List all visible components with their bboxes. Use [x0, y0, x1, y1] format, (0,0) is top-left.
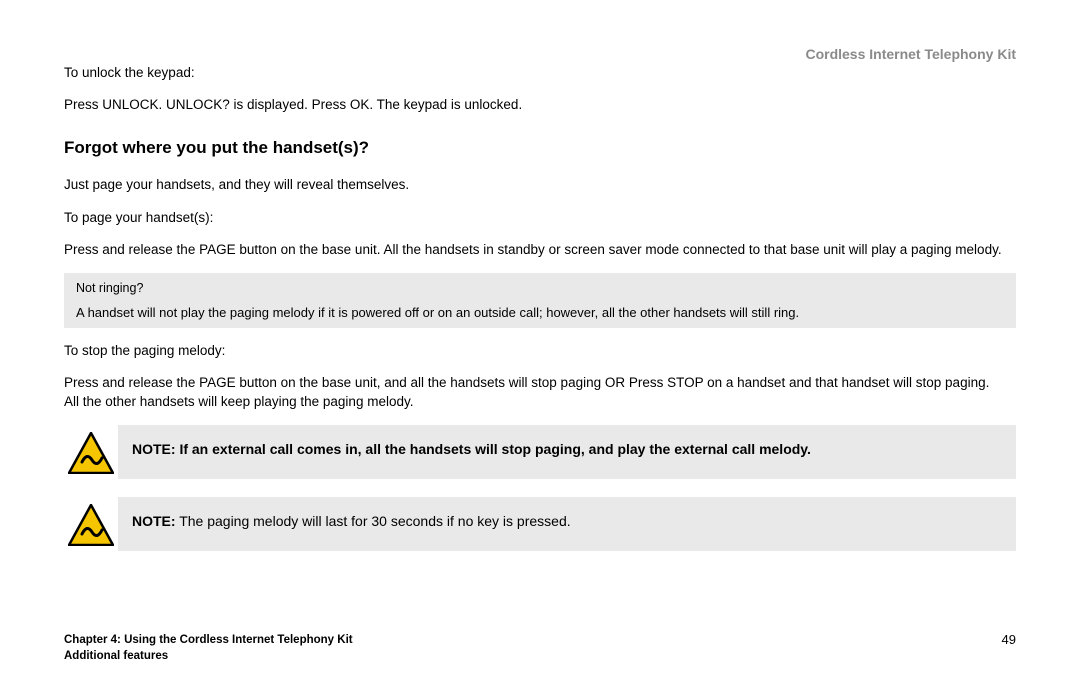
page-label: To page your handset(s): — [64, 209, 1016, 227]
note-2-body: The paging melody will last for 30 secon… — [176, 513, 571, 529]
page-steps: Press and release the PAGE button on the… — [64, 241, 1004, 259]
unlock-intro: To unlock the keypad: — [64, 64, 1016, 82]
not-ringing-box: Not ringing? A handset will not play the… — [64, 273, 1016, 328]
caution-triangle-icon — [64, 425, 118, 479]
page-footer: Chapter 4: Using the Cordless Internet T… — [64, 632, 1016, 664]
not-ringing-body: A handset will not play the paging melod… — [76, 305, 1004, 320]
note-1-text: NOTE: If an external call comes in, all … — [118, 425, 1016, 479]
not-ringing-title: Not ringing? — [76, 281, 1004, 295]
note-1-body: If an external call comes in, all the ha… — [176, 441, 811, 457]
footer-left: Chapter 4: Using the Cordless Internet T… — [64, 632, 353, 664]
section-heading: Forgot where you put the handset(s)? — [64, 138, 1016, 158]
note-1: NOTE: If an external call comes in, all … — [64, 425, 1016, 479]
footer-chapter: Chapter 4: Using the Cordless Internet T… — [64, 632, 353, 648]
unlock-steps: Press UNLOCK. UNLOCK? is displayed. Pres… — [64, 96, 1016, 114]
note-2-text: NOTE: The paging melody will last for 30… — [118, 497, 1016, 551]
note-2: NOTE: The paging melody will last for 30… — [64, 497, 1016, 551]
footer-section: Additional features — [64, 648, 353, 664]
caution-triangle-icon — [64, 497, 118, 551]
header-product-name: Cordless Internet Telephony Kit — [805, 46, 1016, 62]
document-page: Cordless Internet Telephony Kit To unloc… — [0, 0, 1080, 698]
page-intro: Just page your handsets, and they will r… — [64, 176, 1016, 194]
footer-page-number: 49 — [1002, 632, 1016, 647]
page-content: To unlock the keypad: Press UNLOCK. UNLO… — [64, 46, 1016, 551]
stop-steps: Press and release the PAGE button on the… — [64, 374, 1004, 410]
note-2-prefix: NOTE: — [132, 513, 176, 529]
note-1-prefix: NOTE: — [132, 441, 176, 457]
stop-label: To stop the paging melody: — [64, 342, 1016, 360]
